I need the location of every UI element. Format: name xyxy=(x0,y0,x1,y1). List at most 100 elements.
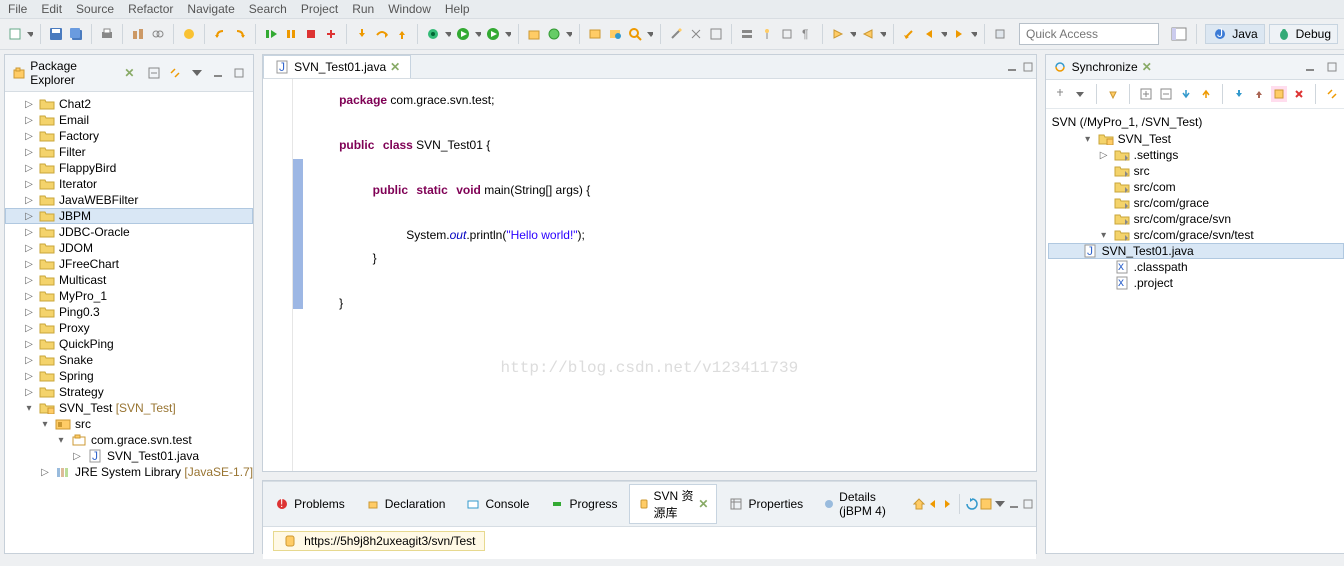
project-item[interactable]: ▷MyPro_1 xyxy=(5,288,253,304)
expand-icon[interactable]: ▷ xyxy=(23,355,35,366)
forward-button[interactable] xyxy=(950,25,968,43)
link-editor-button[interactable] xyxy=(1324,86,1340,102)
close-icon[interactable]: ✕ xyxy=(698,497,708,511)
refresh-button[interactable] xyxy=(966,496,978,512)
toggle-block-button[interactable] xyxy=(778,25,796,43)
home-button[interactable] xyxy=(913,496,925,512)
expand-all-button[interactable] xyxy=(1138,86,1154,102)
menu-run[interactable]: Run xyxy=(352,2,374,16)
menu-edit[interactable]: Edit xyxy=(41,2,62,16)
project-item[interactable]: ▷FlappyBird xyxy=(5,160,253,176)
expand-icon[interactable]: ▷ xyxy=(23,179,35,190)
minimize-button[interactable] xyxy=(1008,496,1020,512)
next-annotation-dropdown[interactable] xyxy=(849,30,857,38)
collapse-all-button[interactable] xyxy=(146,65,161,81)
prev-annotation-button[interactable] xyxy=(859,25,877,43)
perspective-java[interactable]: J Java xyxy=(1205,24,1264,44)
svn-repo-item[interactable]: https://5h9j8h2uxeagit3/svn/Test xyxy=(273,531,484,551)
project-item[interactable]: ▷Email xyxy=(5,112,253,128)
new-class-button[interactable] xyxy=(545,25,563,43)
tab-console[interactable]: Console xyxy=(456,494,538,514)
forward-button[interactable] xyxy=(941,496,953,512)
source-folder-item[interactable]: ▾src xyxy=(5,416,253,432)
menu-search[interactable]: Search xyxy=(249,2,287,16)
back-button[interactable] xyxy=(927,496,939,512)
search-dropdown[interactable] xyxy=(646,30,654,38)
open-perspective-button[interactable] xyxy=(1170,25,1188,43)
run-last-button[interactable] xyxy=(484,25,502,43)
expand-icon[interactable]: ▷ xyxy=(23,275,35,286)
print-button[interactable] xyxy=(98,25,116,43)
expand-icon[interactable]: ▷ xyxy=(23,131,35,142)
package-item[interactable]: ▾com.grace.svn.test xyxy=(5,432,253,448)
resume-button[interactable] xyxy=(262,25,280,43)
view-menu-button[interactable] xyxy=(189,65,204,81)
view-menu-button[interactable] xyxy=(994,496,1006,512)
tab-properties[interactable]: Properties xyxy=(719,494,812,514)
expand-icon[interactable]: ▷ xyxy=(23,115,35,126)
expand-icon[interactable]: ▷ xyxy=(23,147,35,158)
expand-icon[interactable]: ▷ xyxy=(23,307,35,318)
wand-button[interactable] xyxy=(667,25,685,43)
expand-icon[interactable]: ▷ xyxy=(23,387,35,398)
conflict-button[interactable] xyxy=(1291,86,1307,102)
project-item[interactable]: ▷JavaWEBFilter xyxy=(5,192,253,208)
expand-icon[interactable]: ▷ xyxy=(23,291,35,302)
menu-project[interactable]: Project xyxy=(301,2,338,16)
close-icon[interactable]: ✕ xyxy=(124,66,134,80)
expand-icon[interactable]: ▷ xyxy=(71,451,83,462)
maximize-button[interactable] xyxy=(232,65,247,81)
code-editor[interactable]: package com.grace.svn.test; public class… xyxy=(263,79,1036,471)
menu-source[interactable]: Source xyxy=(76,2,114,16)
project-item[interactable]: ▷Multicast xyxy=(5,272,253,288)
link-button[interactable] xyxy=(149,25,167,43)
expand-icon[interactable]: ▷ xyxy=(23,323,35,334)
project-item[interactable]: ▷Factory xyxy=(5,128,253,144)
maximize-button[interactable] xyxy=(1020,59,1036,75)
sync-folder-item[interactable]: src/com/grace/svn xyxy=(1048,211,1344,227)
perspective-debug[interactable]: Debug xyxy=(1269,24,1338,44)
minimize-button[interactable] xyxy=(1302,59,1318,75)
expand-icon[interactable]: ▷ xyxy=(39,467,51,478)
project-item[interactable]: ▷JFreeChart xyxy=(5,256,253,272)
pin-button[interactable] xyxy=(991,25,1009,43)
incoming-button[interactable] xyxy=(1178,86,1194,102)
project-item[interactable]: ▷Snake xyxy=(5,352,253,368)
collapse-icon[interactable]: ▾ xyxy=(39,419,51,430)
new-package-button[interactable] xyxy=(525,25,543,43)
show-whitespace-button[interactable]: ¶ xyxy=(798,25,816,43)
redo-button[interactable] xyxy=(231,25,249,43)
suspend-button[interactable] xyxy=(282,25,300,43)
project-item[interactable]: ▷Filter xyxy=(5,144,253,160)
format-button[interactable] xyxy=(707,25,725,43)
next-annotation-button[interactable] xyxy=(829,25,847,43)
sync-folder-item[interactable]: ▷.settings xyxy=(1048,147,1344,163)
sync-folder-item[interactable]: src/com xyxy=(1048,179,1344,195)
tab-declaration[interactable]: Declaration xyxy=(356,494,455,514)
close-icon[interactable]: ✕ xyxy=(390,60,400,74)
toggle-breadcrumb-button[interactable] xyxy=(738,25,756,43)
project-item[interactable]: ▷Iterator xyxy=(5,176,253,192)
new-type-dropdown[interactable] xyxy=(565,30,573,38)
expand-icon[interactable]: ▷ xyxy=(23,211,35,222)
project-item[interactable]: ▷Strategy xyxy=(5,384,253,400)
expand-icon[interactable]: ▷ xyxy=(23,99,35,110)
tab-details[interactable]: Details (jBPM 4) xyxy=(814,487,909,521)
last-edit-button[interactable] xyxy=(900,25,918,43)
new-button[interactable] xyxy=(6,25,24,43)
update-button[interactable] xyxy=(1231,86,1247,102)
debug-skip-button[interactable] xyxy=(180,25,198,43)
back-button[interactable] xyxy=(920,25,938,43)
collapse-icon[interactable]: ▾ xyxy=(23,403,35,414)
expand-icon[interactable]: ▷ xyxy=(23,339,35,350)
sync-folder-item[interactable]: src/com/grace xyxy=(1048,195,1344,211)
expand-icon[interactable]: ▷ xyxy=(1098,150,1110,161)
open-type-button[interactable] xyxy=(586,25,604,43)
collapse-all-button[interactable] xyxy=(1158,86,1174,102)
expand-icon[interactable]: ▷ xyxy=(23,371,35,382)
project-item[interactable]: ▷Chat2 xyxy=(5,96,253,112)
maximize-button[interactable] xyxy=(1324,59,1340,75)
build-button[interactable] xyxy=(129,25,147,43)
project-item[interactable]: ▾SVN_Test [SVN_Test] xyxy=(5,400,253,416)
project-item[interactable]: ▷JDOM xyxy=(5,240,253,256)
